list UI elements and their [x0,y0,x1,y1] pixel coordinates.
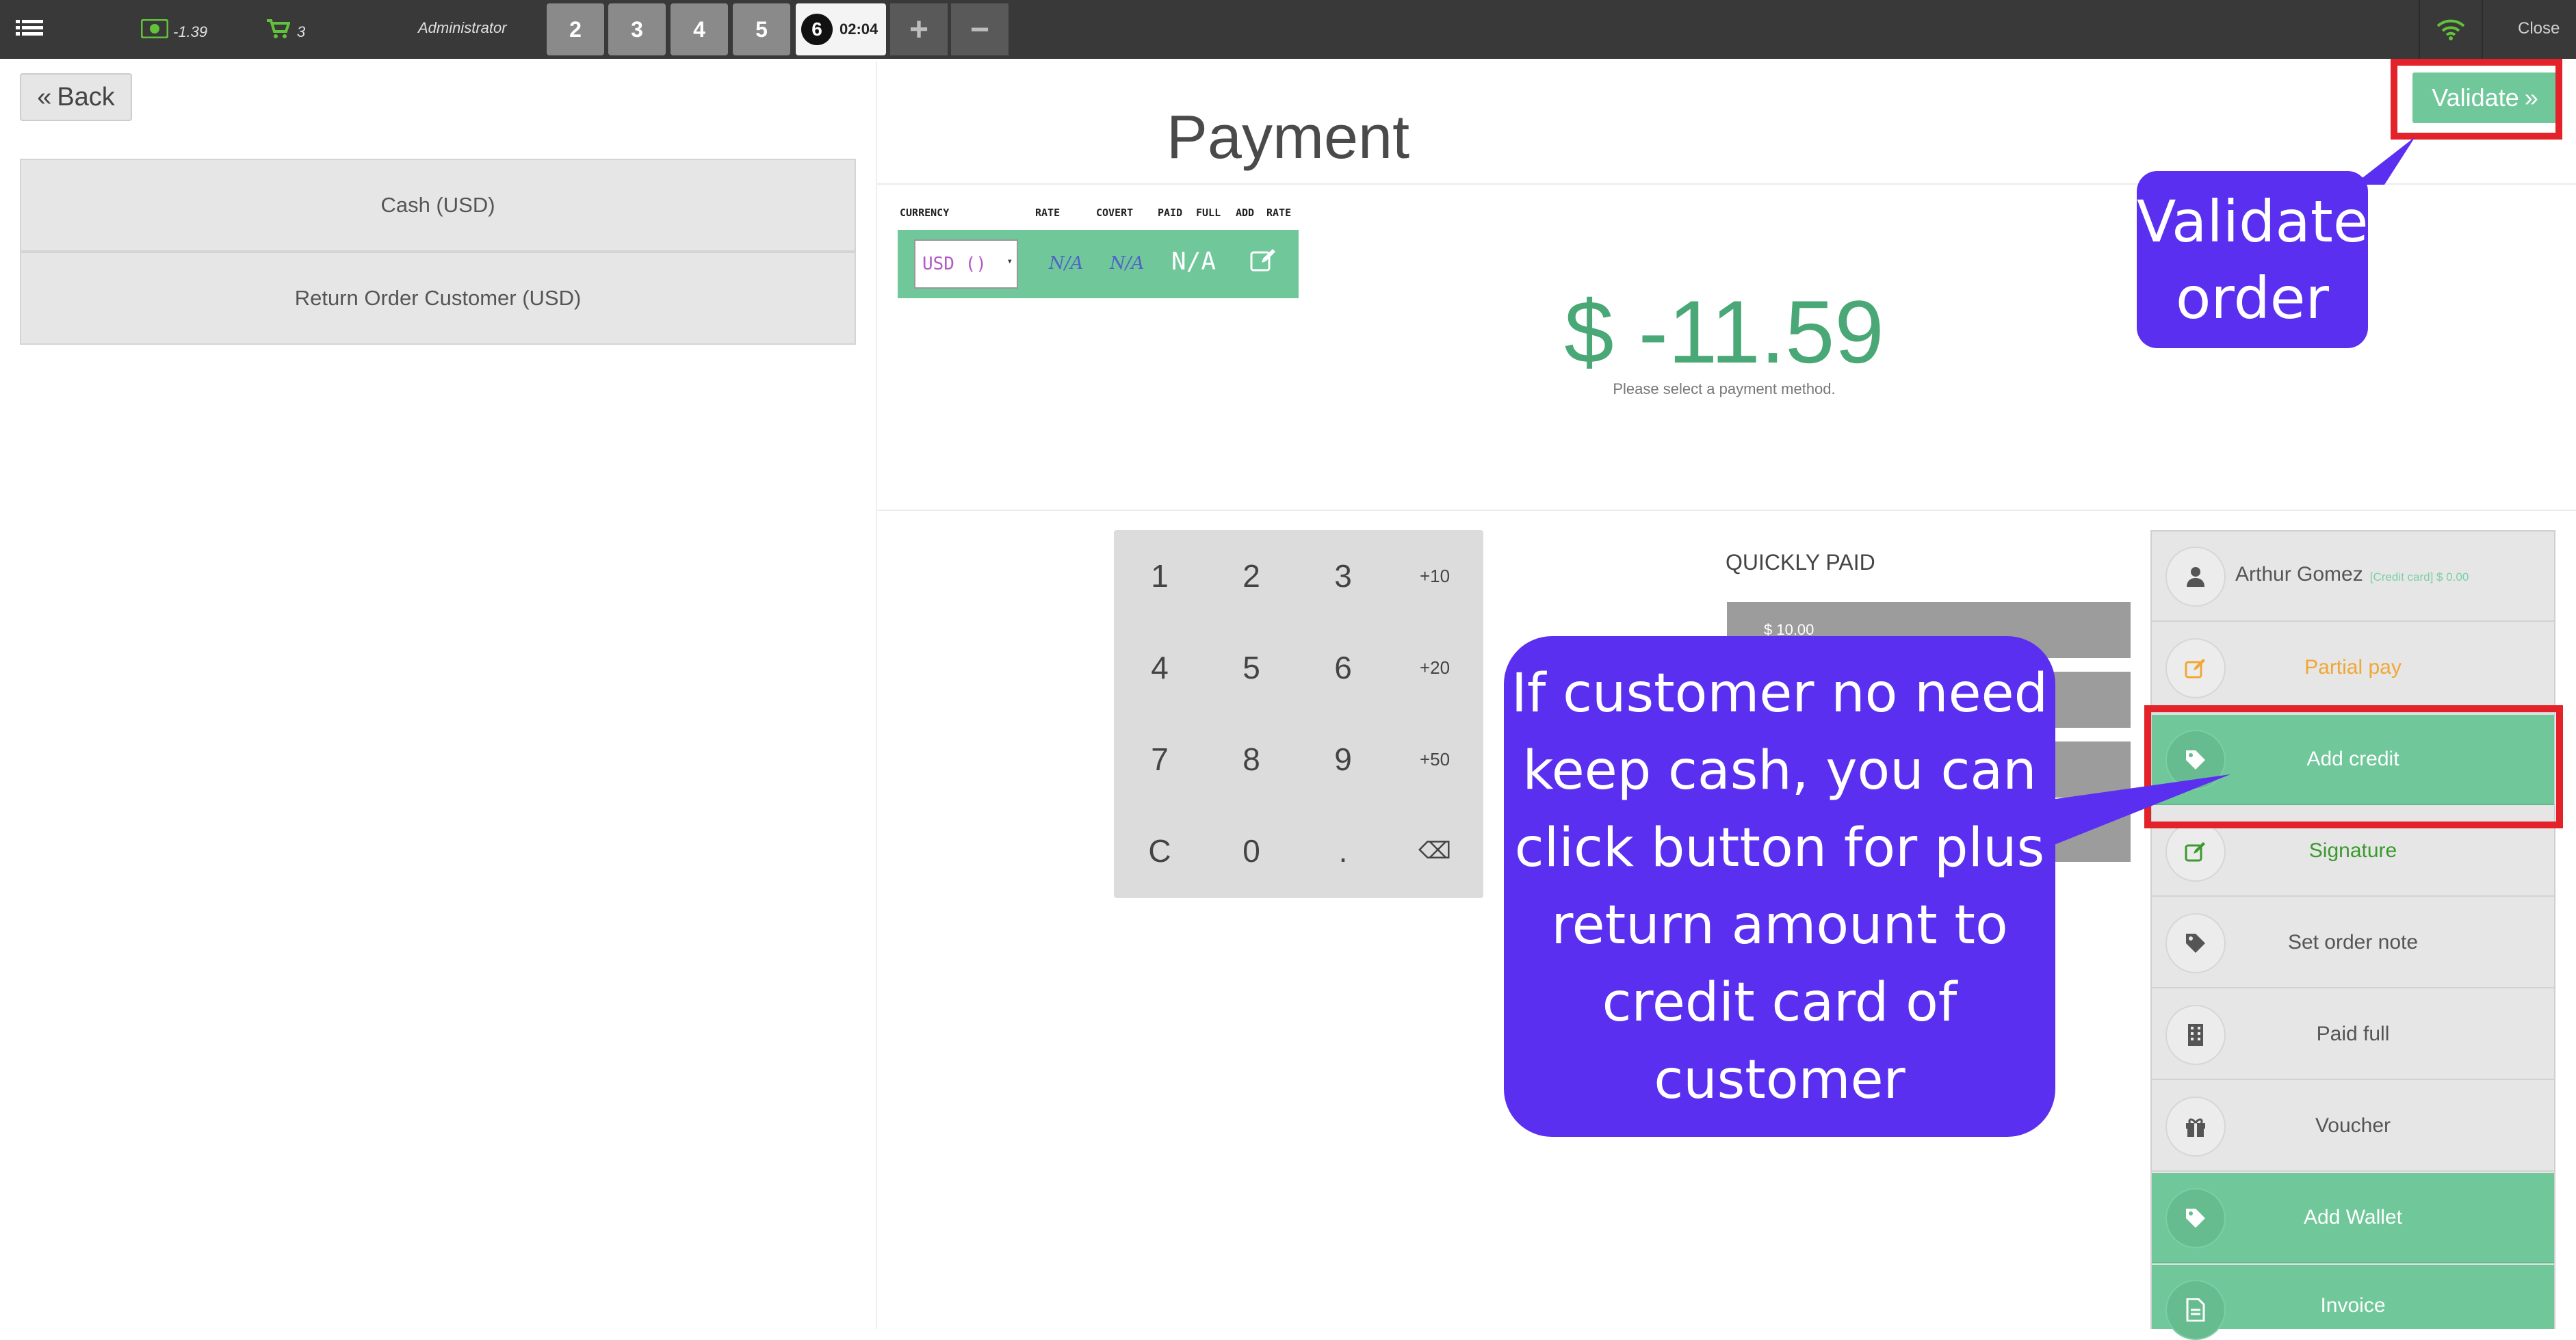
key-plus-10[interactable]: +10 [1389,530,1481,622]
callout-line: customer [1654,1049,1905,1111]
chevron-left-icon: « [37,82,52,111]
invoice-button[interactable]: Invoice [2152,1265,2554,1340]
set-order-note-button[interactable]: Set order note [2152,898,2554,988]
order-tab-2[interactable]: 2 [547,3,604,55]
header-add: ADD [1236,207,1255,219]
paid-full-value: N/A [1171,248,1217,276]
header-paid: PAID [1158,207,1183,219]
cart-count: 3 [297,23,306,40]
divider [2482,0,2483,59]
caret-down-icon: ▾ [1006,256,1013,267]
header-full: FULL [1196,207,1221,219]
active-order-number: 6 [801,14,833,45]
tag-icon [2165,1188,2226,1248]
key-5[interactable]: 5 [1206,622,1297,713]
money-icon [140,18,169,42]
customer-detail: [Credit card] $ 0.00 [2369,570,2469,583]
callout-line: order [2176,265,2329,332]
edit-icon[interactable] [1249,246,1277,277]
callout-line: If customer no need [1511,663,2048,724]
page-title: Payment [1166,103,1410,172]
wifi-icon [2420,0,2482,59]
header-currency: CURRENCY [900,207,950,219]
active-order-time: 02:04 [840,21,879,38]
key-4[interactable]: 4 [1114,622,1206,713]
set-order-note-label: Set order note [2287,931,2419,954]
top-bar: -1.39 3 Administrator 2 3 4 5 6 02:04 + … [0,0,2576,59]
rate-value: N/A [1049,253,1084,274]
key-6[interactable]: 6 [1297,622,1389,713]
edit-icon [2165,638,2226,698]
key-8[interactable]: 8 [1206,713,1297,805]
callout-line: return amount to [1551,895,2008,956]
add-credit-callout: If customer no need keep cash, you can c… [1504,636,2055,1137]
partial-pay-button[interactable]: Partial pay [2152,623,2554,713]
callout-pointer [2046,774,2230,848]
voucher-label: Voucher [2315,1114,2391,1137]
key-plus-20[interactable]: +20 [1389,622,1481,713]
building-icon [2165,1005,2226,1065]
header-rate: RATE [1035,207,1061,219]
cart-icon [265,18,291,43]
amount-message: Please select a payment method. [1613,380,1836,397]
paid-full-button[interactable]: Paid full [2152,990,2554,1080]
close-button[interactable]: Close [2518,19,2560,38]
payment-method-return[interactable]: Return Order Customer (USD) [20,252,856,345]
key-3[interactable]: 3 [1297,530,1389,622]
validate-callout: Validate order [2137,171,2369,348]
key-7[interactable]: 7 [1114,713,1206,805]
highlight-validate [2391,59,2562,140]
order-tab-4[interactable]: 4 [671,3,728,55]
plus-icon[interactable]: + [890,3,948,55]
voucher-button[interactable]: Voucher [2152,1081,2554,1172]
gift-icon [2165,1096,2226,1157]
partial-pay-label: Partial pay [2304,656,2402,679]
callout-line: Validate [2137,188,2369,255]
key-2[interactable]: 2 [1206,530,1297,622]
add-wallet-label: Add Wallet [2304,1206,2402,1229]
header-covert: COVERT [1096,207,1134,219]
header-rate-2: RATE [1266,207,1292,219]
currency-select[interactable]: USD () ▾ [914,239,1018,289]
minus-icon[interactable]: − [951,3,1009,55]
customer-name: Arthur Gomez [2235,563,2363,586]
key-plus-50[interactable]: +50 [1389,713,1481,805]
invoice-label: Invoice [2320,1294,2386,1317]
order-tab-active[interactable]: 6 02:04 [796,3,886,55]
back-button[interactable]: « Back [20,73,132,121]
cash-value: -1.39 [173,23,208,40]
currency-select-value: USD () [922,254,987,274]
key-clear[interactable]: C [1114,805,1206,897]
quickly-paid-title: QUICKLY PAID [1726,550,1875,575]
customer-row[interactable]: Arthur Gomez [Credit card] $ 0.00 [2152,531,2554,622]
divider [876,62,877,1329]
keypad: 1 2 3 +10 4 5 6 +20 7 8 9 +50 C 0 . ⌫ [1114,530,1483,898]
user-name[interactable]: Administrator [418,19,507,37]
callout-line: click button for plus [1514,817,2045,879]
key-1[interactable]: 1 [1114,530,1206,622]
list-icon[interactable] [12,12,47,47]
user-icon [2165,547,2226,607]
divider [877,510,2576,511]
key-dot[interactable]: . [1297,805,1389,897]
paid-full-label: Paid full [2316,1023,2390,1045]
order-tab-3[interactable]: 3 [608,3,666,55]
key-0[interactable]: 0 [1206,805,1297,897]
key-9[interactable]: 9 [1297,713,1389,805]
backspace-icon[interactable]: ⌫ [1389,805,1481,897]
tag-icon [2165,913,2226,973]
payment-method-cash[interactable]: Cash (USD) [20,159,856,252]
file-icon [2165,1280,2226,1340]
order-tab-5[interactable]: 5 [733,3,790,55]
amount-due: $ -11.59 [1564,282,1884,382]
callout-line: keep cash, you can [1522,740,2037,802]
back-label: Back [57,82,115,111]
covert-value: N/A [1110,253,1145,274]
callout-line: credit card of [1602,972,1957,1034]
add-wallet-button[interactable]: Add Wallet [2152,1173,2554,1263]
signature-label: Signature [2308,839,2397,862]
